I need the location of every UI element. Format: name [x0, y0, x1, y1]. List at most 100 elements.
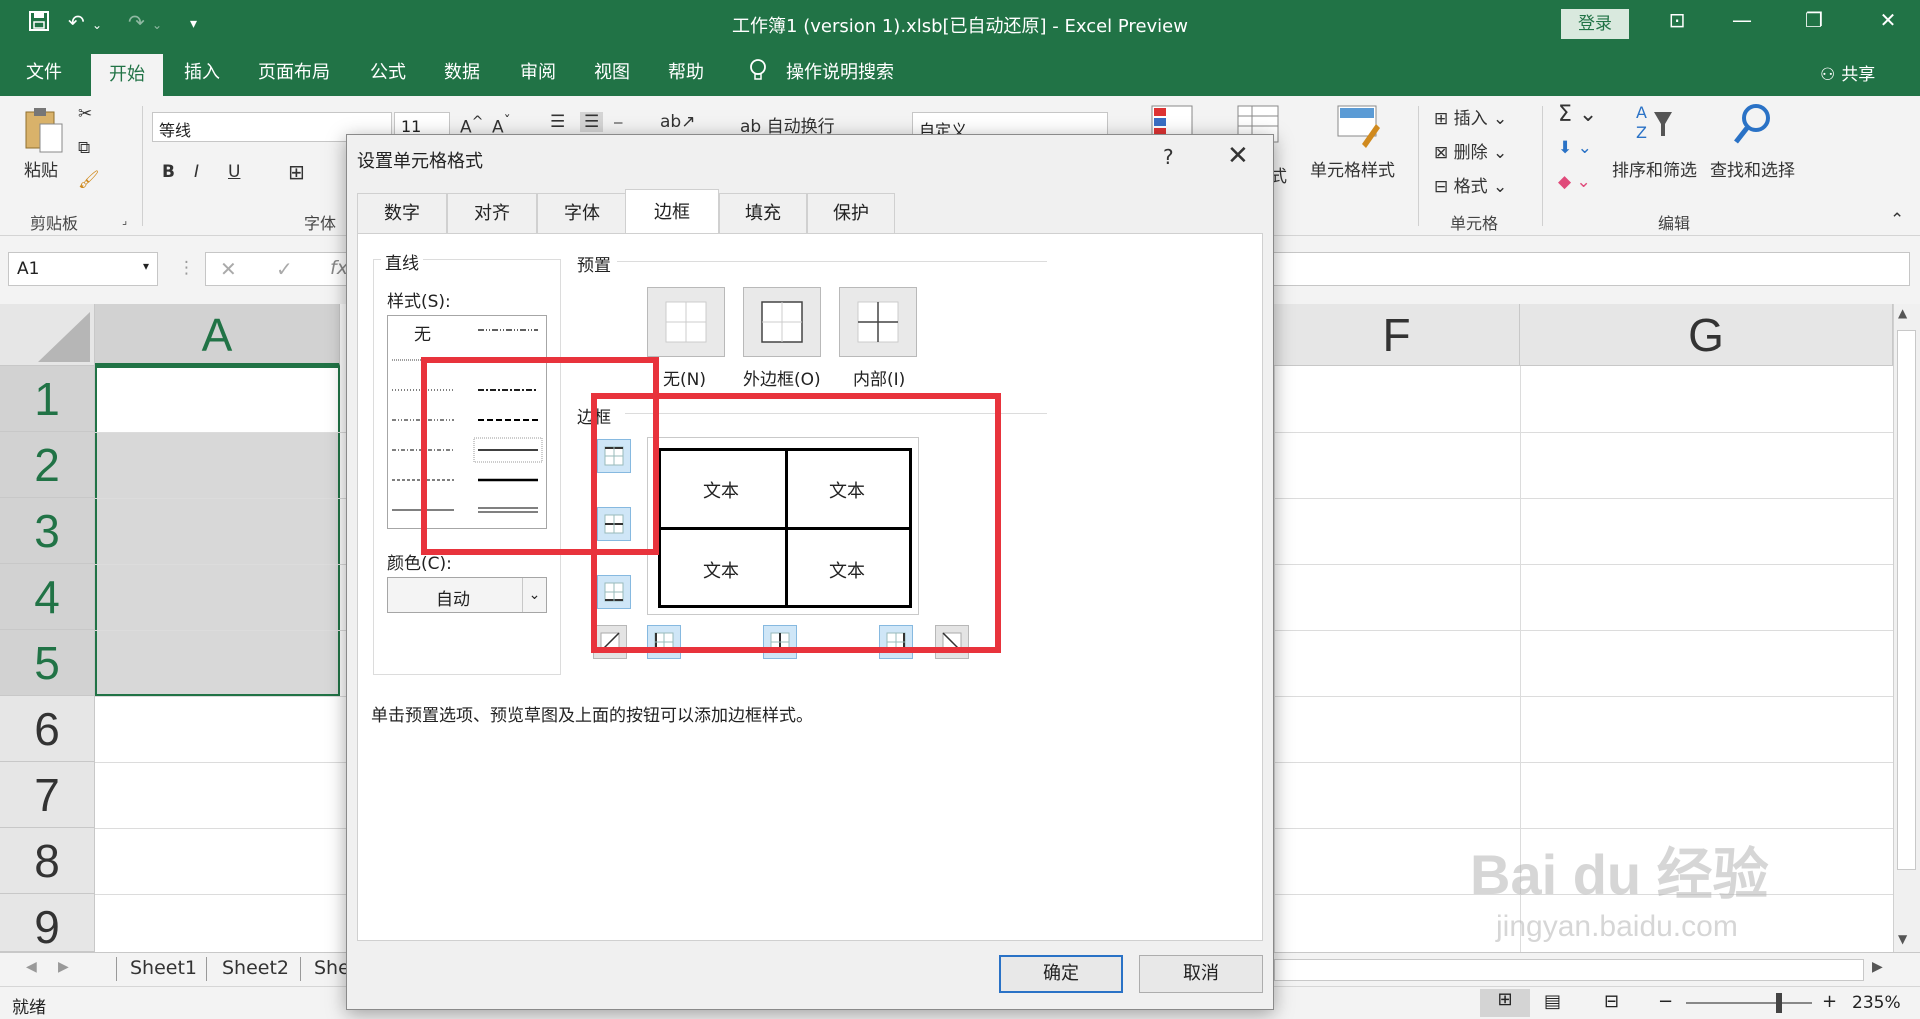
fill-icon[interactable]: ⬇ ⌄: [1558, 138, 1592, 158]
name-box-dropdown-icon[interactable]: ▾: [143, 259, 149, 273]
sheet-tab-sheet2[interactable]: Sheet2: [222, 957, 289, 979]
select-all-corner[interactable]: [0, 304, 95, 366]
paste-label[interactable]: 粘贴: [24, 156, 58, 181]
tab-help[interactable]: 帮助: [668, 58, 704, 84]
scroll-down-icon[interactable]: ▼: [1898, 932, 1907, 946]
format-cells-button[interactable]: ⊟ 格式 ⌄: [1434, 172, 1507, 197]
tab-alignment[interactable]: 对齐: [447, 193, 537, 233]
column-header-a[interactable]: A: [95, 304, 340, 366]
column-header-f[interactable]: F: [1274, 304, 1520, 366]
cancel-button[interactable]: 取消: [1139, 955, 1263, 993]
row-header-9[interactable]: 9: [0, 894, 95, 953]
scroll-thumb[interactable]: [1897, 330, 1916, 870]
tab-protection[interactable]: 保护: [807, 193, 895, 233]
tab-review[interactable]: 审阅: [520, 58, 556, 84]
ribbon-display-icon[interactable]: ⊡: [1662, 8, 1692, 32]
hint-text: 单击预置选项、预览草图及上面的按钮可以添加边框样式。: [371, 706, 813, 726]
clipboard-launcher-icon[interactable]: ⌟: [122, 214, 127, 227]
name-box[interactable]: A1 ▾: [8, 252, 158, 286]
row-header-1[interactable]: 1: [0, 366, 95, 432]
zoom-out-icon[interactable]: −: [1658, 991, 1673, 1012]
ribbon-tabs: 文件 开始 插入 页面布局 公式 数据 审阅 视图 帮助 操作说明搜索 ⚇ 共享: [0, 48, 1920, 96]
preset-none-button[interactable]: [647, 287, 725, 357]
restore-icon[interactable]: ❐: [1799, 8, 1829, 32]
column-header-g[interactable]: G: [1520, 304, 1893, 366]
collapse-ribbon-icon[interactable]: ⌃: [1890, 210, 1904, 230]
prev-sheet-icon[interactable]: ◀: [26, 959, 37, 975]
tab-file[interactable]: 文件: [26, 58, 62, 84]
sheet-tab-sheet1[interactable]: Sheet1: [130, 957, 197, 979]
ok-button[interactable]: 确定: [999, 955, 1123, 993]
color-dropdown[interactable]: 自动 ⌄: [387, 577, 547, 613]
align-middle-icon[interactable]: ☰: [580, 112, 604, 132]
page-layout-view-icon[interactable]: ▤: [1544, 991, 1561, 1012]
copy-icon[interactable]: ⧉: [78, 138, 90, 158]
tell-me-search[interactable]: 操作说明搜索: [786, 58, 894, 84]
share-button[interactable]: ⚇ 共享: [1820, 60, 1875, 85]
preset-outline-label: 外边框(O): [743, 370, 821, 390]
bold-button[interactable]: B: [162, 162, 175, 182]
chevron-down-icon[interactable]: ⌄: [522, 578, 546, 612]
scroll-right-icon[interactable]: ▶: [1872, 959, 1883, 975]
scroll-up-icon[interactable]: ▲: [1898, 306, 1907, 320]
zoom-in-icon[interactable]: +: [1822, 991, 1837, 1012]
clear-icon[interactable]: ◆ ⌄: [1558, 172, 1591, 192]
find-select-icon[interactable]: [1732, 102, 1772, 151]
close-window-icon[interactable]: ✕: [1873, 8, 1903, 32]
tab-view[interactable]: 视图: [594, 58, 630, 84]
separator: [300, 957, 301, 981]
sheet-tab-sheet3[interactable]: She: [314, 957, 350, 979]
row-header-7[interactable]: 7: [0, 762, 95, 828]
align-top-icon[interactable]: ☰: [550, 112, 565, 132]
autosum-icon[interactable]: Σ ⌄: [1558, 102, 1597, 127]
row-header-3[interactable]: 3: [0, 498, 95, 564]
delete-cells-button[interactable]: ⊠ 删除 ⌄: [1434, 138, 1507, 163]
underline-button[interactable]: U: [228, 162, 240, 182]
zoom-level[interactable]: 235%: [1852, 993, 1901, 1013]
tab-page-layout[interactable]: 页面布局: [258, 58, 330, 84]
cut-icon[interactable]: ✂: [78, 104, 92, 124]
insert-cells-button[interactable]: ⊞ 插入 ⌄: [1434, 104, 1507, 129]
tab-formulas[interactable]: 公式: [370, 58, 406, 84]
svg-text:A: A: [1636, 103, 1647, 122]
italic-button[interactable]: I: [194, 162, 199, 182]
tab-insert[interactable]: 插入: [184, 58, 220, 84]
find-select-label[interactable]: 查找和选择: [1710, 156, 1795, 181]
tab-number[interactable]: 数字: [357, 193, 447, 233]
paste-icon[interactable]: [22, 104, 66, 161]
page-break-view-icon[interactable]: ⊟: [1604, 991, 1619, 1012]
row-header-2[interactable]: 2: [0, 432, 95, 498]
tab-font[interactable]: 字体: [537, 193, 627, 233]
cell-styles-icon[interactable]: [1336, 104, 1382, 153]
zoom-slider[interactable]: [1686, 1002, 1812, 1004]
sort-filter-icon[interactable]: AZ: [1634, 102, 1674, 147]
cell-styles-label[interactable]: 单元格样式: [1310, 156, 1395, 181]
cancel-entry-icon[interactable]: ✕: [220, 257, 237, 281]
lightbulb-icon: [748, 58, 768, 87]
tab-border[interactable]: 边框: [625, 189, 719, 234]
login-button[interactable]: 登录: [1561, 9, 1629, 39]
preset-inside-button[interactable]: [839, 287, 917, 357]
sort-filter-label[interactable]: 排序和筛选: [1612, 156, 1697, 181]
help-button[interactable]: ?: [1163, 145, 1174, 169]
row-header-8[interactable]: 8: [0, 828, 95, 894]
close-icon[interactable]: ✕: [1227, 141, 1249, 171]
row-header-4[interactable]: 4: [0, 564, 95, 630]
row-header-6[interactable]: 6: [0, 696, 95, 762]
tab-home[interactable]: 开始: [91, 54, 163, 96]
tab-fill[interactable]: 填充: [719, 193, 807, 233]
format-painter-icon[interactable]: 🖌: [78, 170, 100, 190]
minimize-icon[interactable]: —: [1727, 8, 1757, 32]
preset-outline-button[interactable]: [743, 287, 821, 357]
row-header-5[interactable]: 5: [0, 630, 95, 696]
orientation-icon[interactable]: ab↗: [660, 112, 695, 132]
zoom-slider-thumb[interactable]: [1776, 993, 1782, 1013]
normal-view-icon[interactable]: ⊞: [1480, 989, 1530, 1017]
confirm-entry-icon[interactable]: ✓: [276, 257, 293, 281]
borders-icon[interactable]: ⊞: [288, 160, 305, 184]
tab-data[interactable]: 数据: [444, 58, 480, 84]
align-bottom-icon[interactable]: ⎯: [614, 112, 623, 132]
next-sheet-icon[interactable]: ▶: [58, 959, 69, 975]
vertical-scrollbar[interactable]: ▲ ▼: [1893, 304, 1920, 952]
horizontal-scrollbar[interactable]: [1274, 959, 1864, 981]
